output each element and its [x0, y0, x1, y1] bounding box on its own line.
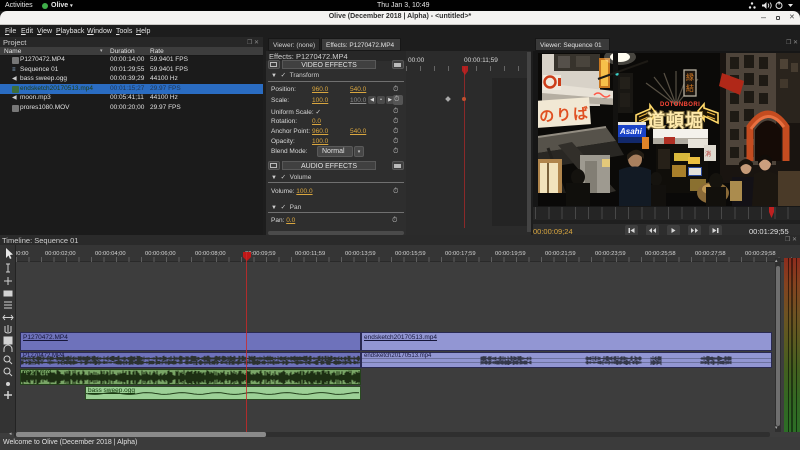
- svg-text:結: 結: [686, 83, 694, 93]
- svg-text:Asahi: Asahi: [619, 127, 643, 136]
- svg-text:道頓堀: 道頓堀: [647, 110, 704, 131]
- svg-text:DOTONBORI: DOTONBORI: [660, 102, 700, 108]
- svg-text:のりば: のりば: [539, 105, 591, 126]
- svg-text:消: 消: [705, 150, 711, 158]
- svg-text:縁: 縁: [686, 72, 694, 82]
